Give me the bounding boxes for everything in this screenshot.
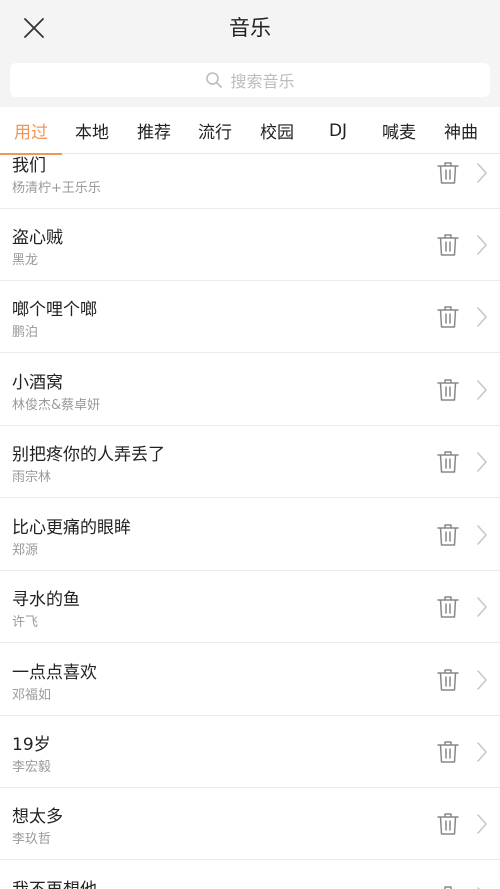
trash-icon[interactable] — [436, 449, 460, 475]
list-item[interactable]: 啷个哩个啷 鹏泊 — [0, 281, 500, 353]
song-artist: 李宏毅 — [12, 760, 52, 775]
list-item[interactable]: 比心更痛的眼眸 郑源 — [0, 499, 500, 571]
tab-used[interactable]: 用过 — [0, 107, 62, 155]
song-title: 一点点喜欢 — [12, 663, 97, 683]
chevron-right-icon[interactable] — [474, 160, 490, 186]
top-bar-area: 音乐 搜索音乐 用过 本地 推荐 流行 校园 DJ 喊麦 神曲 — [0, 0, 500, 155]
list-item[interactable]: 别把疼你的人弄丢了 雨宗林 — [0, 426, 500, 498]
tab-label: DJ — [328, 120, 348, 141]
list-item[interactable]: 小酒窝 林俊杰&蔡卓妍 — [0, 354, 500, 426]
trash-icon[interactable] — [436, 522, 460, 548]
tab-label: 本地 — [75, 123, 109, 143]
chevron-right-icon[interactable] — [474, 594, 490, 620]
tab-hanmai[interactable]: 喊麦 — [368, 107, 430, 154]
tab-label: 神曲 — [444, 123, 478, 143]
trash-icon[interactable] — [436, 884, 460, 889]
tab-local[interactable]: 本地 — [61, 107, 123, 154]
list-item[interactable]: 一点点喜欢 邓福如 — [0, 644, 500, 716]
tab-campus[interactable]: 校园 — [246, 107, 308, 154]
header: 音乐 — [0, 0, 500, 54]
chevron-right-icon[interactable] — [474, 377, 490, 403]
song-artist: 雨宗林 — [12, 470, 52, 485]
song-title: 别把疼你的人弄丢了 — [12, 445, 165, 465]
chevron-right-icon[interactable] — [474, 304, 490, 330]
trash-icon[interactable] — [436, 667, 460, 693]
song-artist: 邓福如 — [12, 688, 52, 703]
search-icon — [205, 71, 223, 89]
song-title: 啷个哩个啷 — [12, 300, 97, 320]
song-artist: 黑龙 — [12, 253, 39, 268]
tab-popular[interactable]: 流行 — [184, 107, 246, 154]
song-artist: 杨清柠+王乐乐 — [12, 181, 101, 196]
list-item[interactable]: 盗心贼 黑龙 — [0, 209, 500, 281]
chevron-right-icon[interactable] — [474, 884, 490, 889]
list-item[interactable]: 我不再想他 — [0, 861, 500, 889]
song-artist: 鹏泊 — [12, 325, 39, 340]
song-artist: 林俊杰&蔡卓妍 — [12, 398, 101, 413]
trash-icon[interactable] — [436, 160, 460, 186]
song-artist: 许飞 — [12, 615, 39, 630]
tab-label: 流行 — [198, 123, 232, 143]
list-item[interactable]: 想太多 李玖哲 — [0, 788, 500, 860]
song-title: 我们 — [12, 156, 46, 176]
search-input[interactable]: 搜索音乐 — [10, 63, 490, 97]
tab-label: 校园 — [260, 123, 294, 143]
list-item[interactable]: 19岁 李宏毅 — [0, 716, 500, 788]
tab-dj[interactable]: DJ — [307, 107, 369, 154]
song-artist: 郑源 — [12, 543, 39, 558]
song-artist: 李玖哲 — [12, 832, 52, 847]
category-tabs: 用过 本地 推荐 流行 校园 DJ 喊麦 神曲 — [0, 107, 500, 155]
trash-icon[interactable] — [436, 739, 460, 765]
trash-icon[interactable] — [436, 594, 460, 620]
chevron-right-icon[interactable] — [474, 449, 490, 475]
trash-icon[interactable] — [436, 232, 460, 258]
song-title: 19岁 — [12, 735, 51, 755]
song-title: 盗心贼 — [12, 228, 63, 248]
chevron-right-icon[interactable] — [474, 811, 490, 837]
chevron-right-icon[interactable] — [474, 232, 490, 258]
trash-icon[interactable] — [436, 377, 460, 403]
tab-hits[interactable]: 神曲 — [430, 107, 492, 154]
song-title: 想太多 — [12, 807, 63, 827]
search-placeholder: 搜索音乐 — [230, 72, 295, 91]
tab-label: 推荐 — [137, 123, 171, 143]
chevron-right-icon[interactable] — [474, 522, 490, 548]
song-title: 我不再想他 — [12, 875, 97, 889]
tab-label: 喊麦 — [382, 123, 416, 143]
song-title: 寻水的鱼 — [12, 590, 80, 610]
song-title: 小酒窝 — [12, 373, 63, 393]
list-item[interactable]: 我们 杨清柠+王乐乐 — [0, 154, 500, 209]
song-title: 比心更痛的眼眸 — [12, 518, 131, 538]
song-list: 我们 杨清柠+王乐乐 盗心贼 黑龙 啷个哩个啷 鹏泊 小酒窝 林俊杰&蔡卓妍 别… — [0, 154, 500, 889]
trash-icon[interactable] — [436, 811, 460, 837]
tab-label: 用过 — [14, 123, 48, 143]
list-item[interactable]: 寻水的鱼 许飞 — [0, 571, 500, 643]
tab-recommended[interactable]: 推荐 — [123, 107, 185, 154]
chevron-right-icon[interactable] — [474, 667, 490, 693]
chevron-right-icon[interactable] — [474, 739, 490, 765]
page-title: 音乐 — [229, 16, 271, 40]
trash-icon[interactable] — [436, 304, 460, 330]
